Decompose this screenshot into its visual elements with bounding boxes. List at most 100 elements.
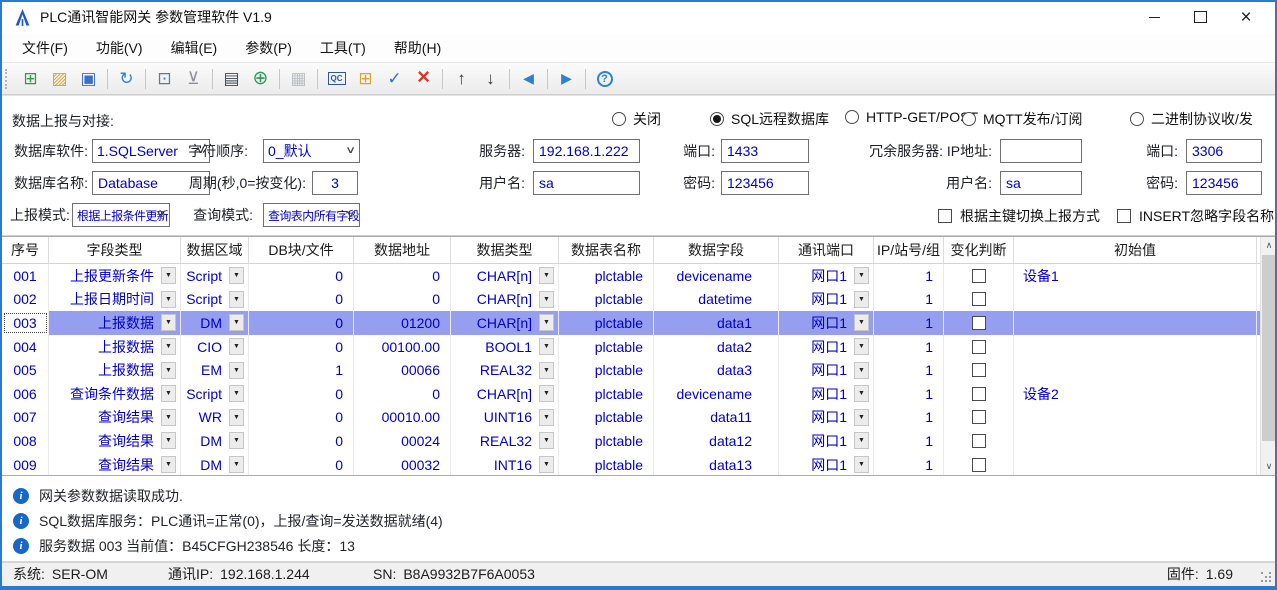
redundant-username-input[interactable] (1000, 171, 1082, 195)
open-file-icon[interactable]: ▨ (46, 66, 73, 91)
cell-dropdown-button[interactable]: ▼ (229, 456, 244, 473)
cell-dropdown-button[interactable]: ▼ (229, 267, 244, 284)
table-row[interactable]: 005上报数据▼EM▼100066REAL32▼plctabledata3网口1… (2, 358, 1277, 382)
resize-grip[interactable] (1261, 572, 1263, 574)
next-icon[interactable]: ▶ (553, 66, 580, 91)
cell-dropdown-button[interactable]: ▼ (854, 291, 869, 308)
table-row[interactable]: 007查询结果▼WR▼000010.00UINT16▼plctabledata1… (2, 406, 1277, 430)
cell-dropdown-button[interactable]: ▼ (161, 338, 176, 355)
connection-option[interactable]: 关闭 (612, 109, 661, 129)
globe-icon[interactable]: ⊕ (247, 66, 274, 91)
help-icon[interactable]: ? (591, 66, 618, 91)
cell-dropdown-button[interactable]: ▼ (539, 362, 554, 379)
cell-dropdown-button[interactable]: ▼ (229, 432, 244, 449)
redundant-ip-input[interactable] (1000, 139, 1082, 163)
cell-dropdown-button[interactable]: ▼ (539, 291, 554, 308)
cell-dropdown-button[interactable]: ▼ (854, 432, 869, 449)
cell-dropdown-button[interactable]: ▼ (854, 385, 869, 402)
cell-dropdown-button[interactable]: ▼ (161, 456, 176, 473)
cell-dropdown-button[interactable]: ▼ (229, 291, 244, 308)
period-input[interactable] (312, 171, 358, 195)
cell-dropdown-button[interactable]: ▼ (539, 314, 554, 331)
server-input[interactable] (533, 139, 640, 163)
cell-dropdown-button[interactable]: ▼ (854, 267, 869, 284)
menu-item[interactable]: 功能(V) (82, 38, 157, 58)
table-row[interactable]: 009查询结果▼DM▼000032INT16▼plctabledata13网口1… (2, 453, 1277, 476)
menu-item[interactable]: 参数(P) (231, 38, 306, 58)
move-down-icon[interactable]: ↓ (477, 66, 504, 91)
table-row[interactable]: 003上报数据▼DM▼001200CHAR[n]▼plctabledata1网口… (2, 311, 1277, 335)
table-row[interactable]: 008查询结果▼DM▼000024REAL32▼plctabledata12网口… (2, 429, 1277, 453)
connection-option[interactable]: HTTP-GET/POST (845, 109, 978, 125)
query-mode-select[interactable]: 查询表内所有字段∨ (263, 203, 360, 227)
connection-option[interactable]: MQTT发布/订阅 (962, 109, 1083, 129)
menu-item[interactable]: 文件(F) (8, 38, 82, 58)
change-checkbox[interactable] (972, 269, 986, 283)
vertical-scrollbar[interactable]: ∧ ∨ (1260, 237, 1277, 475)
table-row[interactable]: 004上报数据▼CIO▼000100.00BOOL1▼plctabledata2… (2, 335, 1277, 359)
import-config-icon[interactable]: ⊞ (17, 66, 44, 91)
cell-dropdown-button[interactable]: ▼ (539, 338, 554, 355)
cell-dropdown-button[interactable]: ▼ (229, 314, 244, 331)
cell-dropdown-button[interactable]: ▼ (854, 338, 869, 355)
change-checkbox[interactable] (972, 410, 986, 424)
cell-dropdown-button[interactable]: ▼ (854, 362, 869, 379)
cell-dropdown-button[interactable]: ▼ (161, 291, 176, 308)
connection-option[interactable]: SQL远程数据库 (710, 109, 829, 129)
serial-port-icon[interactable]: ⊻ (180, 66, 207, 91)
maximize-button[interactable] (1177, 0, 1223, 34)
cell-dropdown-button[interactable]: ▼ (539, 267, 554, 284)
char-order-select[interactable]: 0_默认∨ (263, 139, 360, 163)
monitor-edit-icon[interactable]: ▤ (218, 66, 245, 91)
redundant-port-input[interactable] (1186, 139, 1262, 163)
cell-dropdown-button[interactable]: ▼ (539, 409, 554, 426)
cell-dropdown-button[interactable]: ▼ (161, 267, 176, 284)
apply-icon[interactable]: ✓ (381, 66, 408, 91)
menu-item[interactable]: 帮助(H) (380, 38, 455, 58)
table-row[interactable]: 002上报日期时间▼Script▼00CHAR[n]▼plctabledatet… (2, 288, 1277, 312)
move-up-icon[interactable]: ↑ (448, 66, 475, 91)
cell-dropdown-button[interactable]: ▼ (539, 432, 554, 449)
change-checkbox[interactable] (972, 458, 986, 472)
delete-icon[interactable]: × (410, 66, 437, 91)
insert-ignore-checkbox[interactable]: INSERT忽略字段名称 (1117, 206, 1274, 226)
menu-item[interactable]: 工具(T) (306, 38, 380, 58)
table-row[interactable]: 001上报更新条件▼Script▼00CHAR[n]▼plctabledevic… (2, 264, 1277, 288)
change-checkbox[interactable] (972, 316, 986, 330)
cell-dropdown-button[interactable]: ▼ (854, 314, 869, 331)
qc-display-icon[interactable]: QC (323, 66, 350, 91)
change-checkbox[interactable] (972, 340, 986, 354)
cell-dropdown-button[interactable]: ▼ (539, 385, 554, 402)
cell-dropdown-button[interactable]: ▼ (161, 362, 176, 379)
scrollbar-thumb[interactable] (1262, 255, 1276, 441)
refresh-icon[interactable]: ↻ (113, 66, 140, 91)
change-checkbox[interactable] (972, 292, 986, 306)
cell-dropdown-button[interactable]: ▼ (854, 456, 869, 473)
change-checkbox[interactable] (972, 434, 986, 448)
cell-dropdown-button[interactable]: ▼ (229, 409, 244, 426)
cell-dropdown-button[interactable]: ▼ (161, 432, 176, 449)
change-checkbox[interactable] (972, 363, 986, 377)
plc-module-icon[interactable]: ▦ (285, 66, 312, 91)
cell-dropdown-button[interactable]: ▼ (161, 385, 176, 402)
menu-item[interactable]: 编辑(E) (157, 38, 232, 58)
cell-dropdown-button[interactable]: ▼ (161, 314, 176, 331)
network-topology-icon[interactable]: ⊡ (151, 66, 178, 91)
copy-add-icon[interactable]: ⊞ (352, 66, 379, 91)
table-row[interactable]: 006查询条件数据▼Script▼00CHAR[n]▼plctabledevic… (2, 382, 1277, 406)
cell-dropdown-button[interactable]: ▼ (161, 409, 176, 426)
cell-dropdown-button[interactable]: ▼ (539, 456, 554, 473)
redundant-password-input[interactable] (1186, 171, 1262, 195)
cell-dropdown-button[interactable]: ▼ (229, 338, 244, 355)
save-file-icon[interactable]: ▣ (75, 66, 102, 91)
cell-dropdown-button[interactable]: ▼ (854, 409, 869, 426)
scroll-down-icon[interactable]: ∨ (1261, 458, 1277, 475)
username-input[interactable] (533, 171, 640, 195)
cell-dropdown-button[interactable]: ▼ (229, 362, 244, 379)
primary-key-checkbox[interactable]: 根据主键切换上报方式 (938, 206, 1100, 226)
cell-dropdown-button[interactable]: ▼ (229, 385, 244, 402)
scroll-up-icon[interactable]: ∧ (1261, 237, 1277, 254)
connection-option[interactable]: 二进制协议收/发 (1130, 109, 1253, 129)
close-button[interactable]: × (1223, 0, 1269, 34)
minimize-button[interactable] (1131, 0, 1177, 34)
